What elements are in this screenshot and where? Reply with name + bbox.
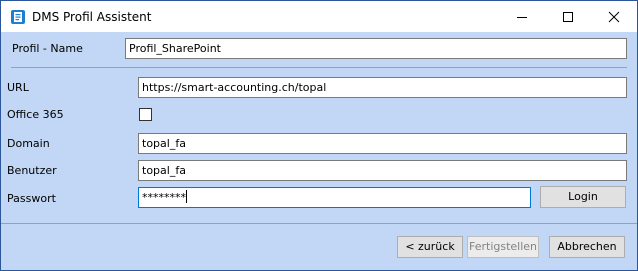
- text-caret: [186, 190, 187, 203]
- profile-name-label: Profil - Name: [12, 42, 83, 55]
- office365-checkbox[interactable]: [139, 108, 152, 121]
- user-input[interactable]: topal_fa: [138, 160, 627, 181]
- domain-label: Domain: [7, 137, 50, 150]
- office365-label: Office 365: [7, 108, 64, 121]
- url-label: URL: [7, 81, 29, 94]
- maximize-icon: [563, 12, 573, 22]
- close-button[interactable]: [591, 1, 637, 32]
- title-bar: DMS Profil Assistent: [1, 1, 637, 32]
- window-title: DMS Profil Assistent: [32, 10, 152, 24]
- dialog-window: DMS Profil Assistent Profil - Name Profi…: [0, 0, 638, 271]
- maximize-button[interactable]: [545, 1, 591, 32]
- close-icon: [608, 11, 620, 23]
- profile-name-input[interactable]: Profil_SharePoint: [125, 38, 627, 59]
- cancel-button[interactable]: Abbrechen: [549, 236, 625, 258]
- minimize-icon: [517, 17, 527, 18]
- password-input[interactable]: ********: [138, 187, 531, 208]
- password-label: Passwort: [7, 192, 56, 205]
- login-button[interactable]: Login: [540, 186, 626, 208]
- user-label: Benutzer: [7, 164, 57, 177]
- finish-button[interactable]: Fertigstellen: [467, 236, 539, 258]
- footer-separator: [1, 223, 637, 224]
- app-icon: [10, 9, 26, 25]
- domain-input[interactable]: topal_fa: [138, 133, 627, 154]
- separator: [11, 67, 627, 68]
- minimize-button[interactable]: [499, 1, 545, 32]
- back-button[interactable]: < zurück: [397, 236, 463, 258]
- password-value: ********: [142, 191, 186, 204]
- url-input[interactable]: https://smart-accounting.ch/topal: [138, 77, 627, 98]
